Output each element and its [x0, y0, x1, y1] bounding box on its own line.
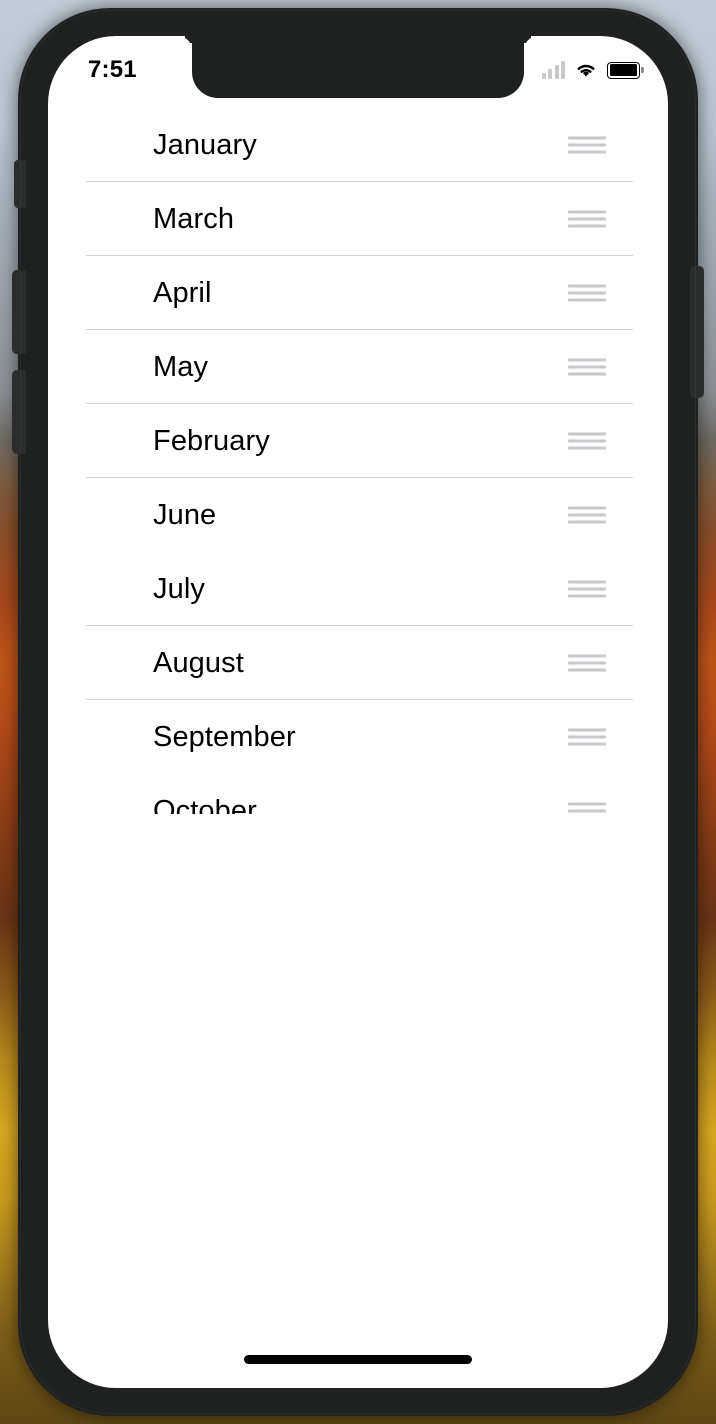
- list-item-label: January: [153, 128, 257, 161]
- drag-handle-icon[interactable]: [568, 580, 606, 598]
- list-item[interactable]: September: [48, 700, 668, 774]
- list-item[interactable]: May: [48, 330, 668, 404]
- drag-handle-icon[interactable]: [568, 728, 606, 746]
- phone-device-frame: 7:51 January March April May February June Jul…: [12, 8, 704, 1416]
- list-item[interactable]: June: [48, 478, 668, 552]
- list-item[interactable]: October: [48, 774, 668, 814]
- drag-handle-icon[interactable]: [568, 136, 606, 154]
- list-item[interactable]: January: [48, 108, 668, 182]
- phone-screen: 7:51 January March April May February June Jul…: [48, 36, 668, 1388]
- drag-handle-icon[interactable]: [568, 210, 606, 228]
- list-item-label: March: [153, 202, 235, 235]
- drag-handle-icon[interactable]: [568, 506, 606, 524]
- list-item-label: April: [153, 276, 212, 309]
- battery-icon: [607, 61, 640, 79]
- drag-handle-icon[interactable]: [568, 358, 606, 376]
- list-item-label: June: [153, 498, 217, 531]
- list-item[interactable]: March: [48, 182, 668, 256]
- list-item-label: February: [153, 424, 270, 457]
- list-item-label: October: [153, 794, 257, 814]
- reorderable-list-viewport[interactable]: January March April May February June July Augu…: [48, 98, 668, 814]
- volume-up-button[interactable]: [12, 270, 26, 354]
- status-bar-indicators: [541, 61, 640, 79]
- reorderable-list: January March April May February June July Augu…: [48, 98, 668, 814]
- power-side-button[interactable]: [690, 266, 704, 398]
- list-item-label: September: [153, 720, 296, 753]
- list-item[interactable]: July: [48, 552, 668, 626]
- home-indicator[interactable]: [244, 1355, 472, 1364]
- drag-handle-icon[interactable]: [568, 802, 606, 815]
- list-item-label: July: [153, 572, 205, 605]
- list-item-label: May: [153, 350, 209, 383]
- cellular-signal-icon: [541, 61, 565, 79]
- wifi-icon: [577, 64, 595, 77]
- list-item[interactable]: April: [48, 256, 668, 330]
- volume-down-button[interactable]: [12, 370, 26, 454]
- list-item-label: August: [153, 646, 244, 679]
- drag-handle-icon[interactable]: [568, 654, 606, 672]
- mute-switch-button[interactable]: [14, 160, 26, 208]
- list-item[interactable]: February: [48, 404, 668, 478]
- status-bar: 7:51: [48, 36, 668, 98]
- status-bar-time: 7:51: [88, 56, 137, 83]
- drag-handle-icon[interactable]: [568, 432, 606, 450]
- list-item[interactable]: August: [48, 626, 668, 700]
- drag-handle-icon[interactable]: [568, 284, 606, 302]
